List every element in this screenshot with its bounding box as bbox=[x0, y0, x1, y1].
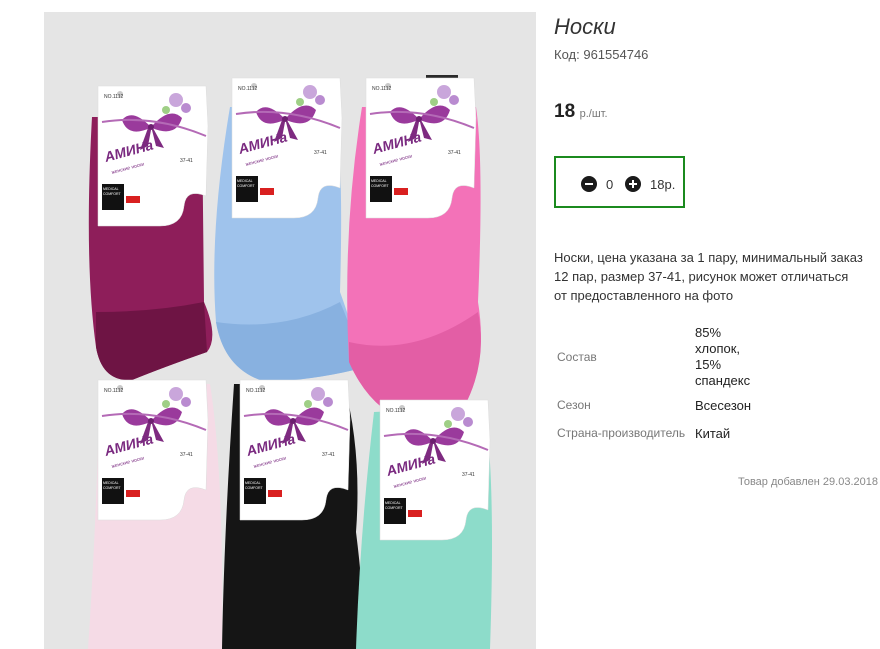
attr-label-composition: Состав bbox=[557, 350, 597, 364]
svg-text:COMFORT: COMFORT bbox=[237, 184, 255, 188]
quantity-stepper: 0 18р. bbox=[554, 156, 685, 208]
attr-label-season: Сезон bbox=[557, 398, 591, 412]
price-value: 18 bbox=[554, 101, 576, 122]
quantity-value[interactable]: 0 bbox=[606, 177, 613, 192]
product-title: Носки bbox=[554, 14, 616, 39]
svg-text:37-41: 37-41 bbox=[448, 150, 461, 156]
product-code-value: 961554746 bbox=[583, 47, 649, 62]
svg-text:COMFORT: COMFORT bbox=[103, 486, 121, 490]
attr-value-season: Всесезон bbox=[695, 398, 752, 413]
svg-text:37-41: 37-41 bbox=[314, 150, 327, 156]
svg-text:NO.1112: NO.1112 bbox=[386, 408, 405, 414]
svg-text:37-41: 37-41 bbox=[180, 452, 193, 458]
svg-text:NO.1112: NO.1112 bbox=[372, 86, 391, 92]
attr-label-country: Страна-производитель bbox=[557, 426, 686, 440]
svg-text:MEDICAL: MEDICAL bbox=[371, 179, 387, 183]
svg-text:MEDICAL: MEDICAL bbox=[245, 481, 261, 485]
svg-text:COMFORT: COMFORT bbox=[385, 506, 403, 510]
quantity-total: 18р. bbox=[650, 177, 676, 192]
attr-value-country: Китай bbox=[695, 426, 731, 441]
attr-value-composition: 85% хлопок, 15% спандекс bbox=[695, 325, 751, 388]
svg-text:MEDICAL: MEDICAL bbox=[103, 187, 119, 191]
svg-text:NO.1112: NO.1112 bbox=[104, 94, 123, 100]
svg-text:COMFORT: COMFORT bbox=[103, 192, 121, 196]
price-unit: р./шт. bbox=[579, 108, 608, 120]
svg-text:NO.1112: NO.1112 bbox=[238, 86, 257, 92]
svg-text:NO.1112: NO.1112 bbox=[246, 388, 265, 394]
svg-text:MEDICAL: MEDICAL bbox=[237, 179, 253, 183]
svg-text:37-41: 37-41 bbox=[322, 452, 335, 458]
product-description: Носки, цена указана за 1 пару, минимальн… bbox=[554, 250, 863, 303]
added-date: Товар добавлен 29.03.2018 bbox=[737, 476, 878, 488]
svg-text:MEDICAL: MEDICAL bbox=[385, 501, 401, 505]
svg-text:COMFORT: COMFORT bbox=[371, 184, 389, 188]
product-code-label: Код: bbox=[554, 47, 580, 62]
svg-text:37-41: 37-41 bbox=[462, 472, 475, 478]
plus-circle-icon[interactable] bbox=[625, 176, 641, 192]
svg-text:37-41: 37-41 bbox=[180, 158, 193, 164]
minus-circle-icon[interactable] bbox=[581, 176, 597, 192]
product-code: Код: 961554746 bbox=[554, 47, 648, 62]
svg-text:MEDICAL: MEDICAL bbox=[103, 481, 119, 485]
price: 18 р./шт. bbox=[554, 101, 608, 123]
product-photo[interactable]: NO.1112 АМИНа женские носки 37-41 MEDICAL COM… bbox=[44, 12, 536, 649]
svg-text:COMFORT: COMFORT bbox=[245, 486, 263, 490]
svg-text:NO.1112: NO.1112 bbox=[104, 388, 123, 394]
